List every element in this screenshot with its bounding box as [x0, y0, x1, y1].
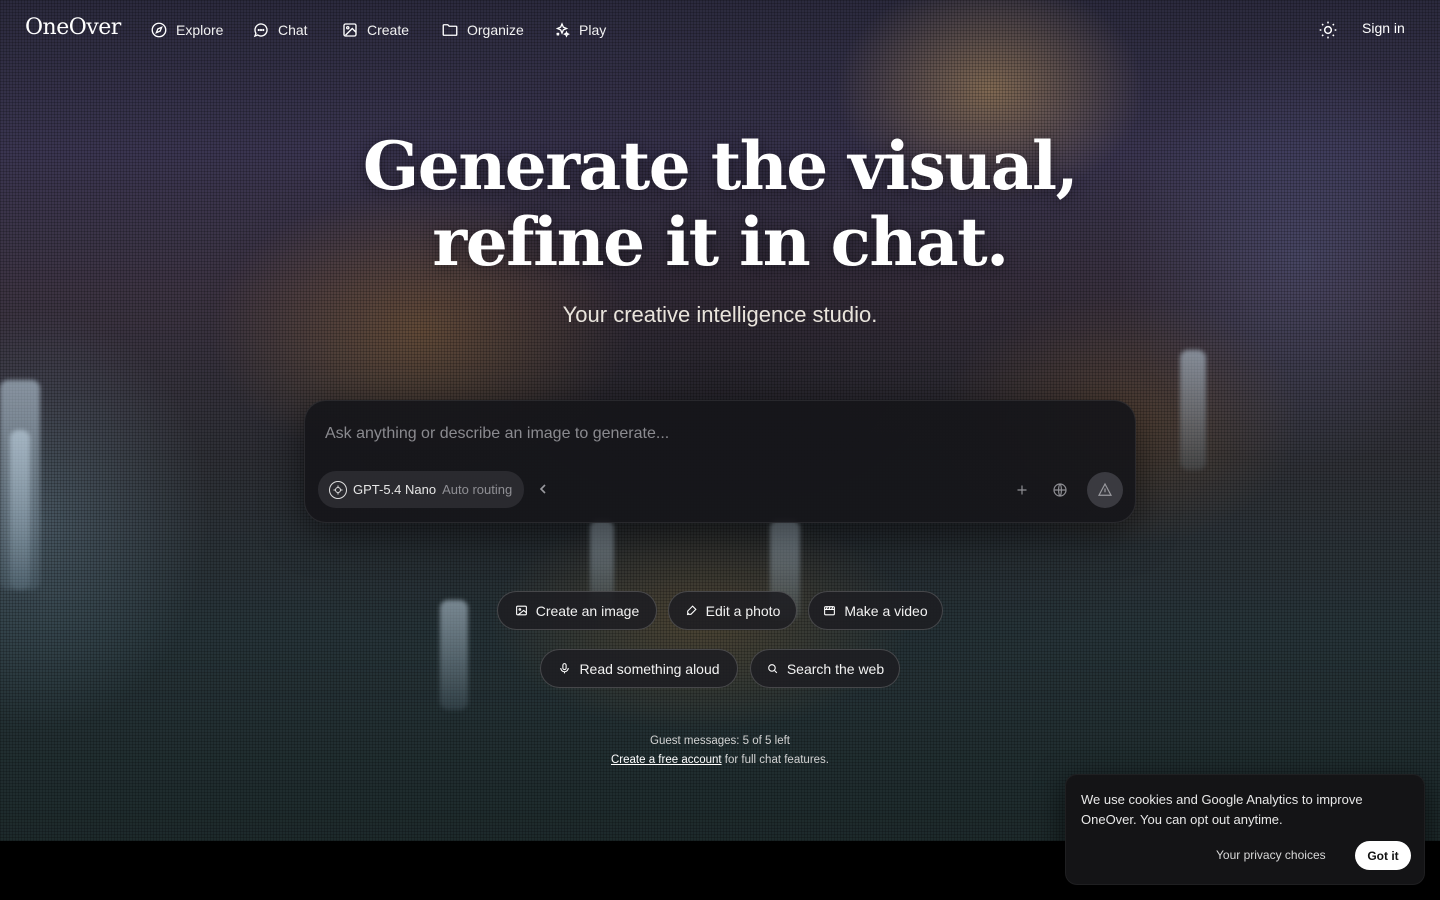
clapperboard-icon — [824, 606, 836, 616]
microphone-icon — [560, 663, 570, 674]
headline-line-1: Generate the visual, — [362, 127, 1079, 205]
nav-explore-label: Explore — [176, 22, 224, 38]
make-video-chip[interactable]: Make a video — [808, 591, 943, 630]
nav-create[interactable]: Create — [341, 19, 409, 41]
edit-photo-label: Edit a photo — [705, 602, 781, 619]
page-title: Generate the visual, refine it in chat. — [0, 128, 1440, 280]
model-selector[interactable]: GPT-5.4 Nano Auto routing — [318, 471, 525, 508]
model-name: GPT-5.4 Nano — [353, 482, 437, 497]
nav-chat[interactable]: Chat — [252, 19, 308, 41]
create-image-chip[interactable]: Create an image — [497, 591, 657, 630]
image-icon — [515, 605, 527, 616]
nav-organize[interactable]: Organize — [441, 19, 524, 41]
brush-icon — [686, 605, 697, 616]
plus-icon[interactable] — [1013, 481, 1031, 499]
read-aloud-label: Read something aloud — [579, 660, 720, 677]
sign-in-link[interactable]: Sign in — [1362, 20, 1405, 36]
chat-bubble-icon — [253, 23, 268, 38]
logo[interactable]: OneOver — [25, 15, 121, 40]
image-icon — [343, 23, 357, 37]
subtitle: Your creative intelligence studio. — [562, 302, 878, 327]
edit-photo-chip[interactable]: Edit a photo — [668, 591, 797, 630]
send-arrow-icon — [1098, 482, 1112, 496]
guest-info: Guest messages: 5 of 5 left Create a fre… — [0, 732, 1440, 770]
read-aloud-chip[interactable]: Read something aloud — [540, 649, 738, 688]
send-button[interactable] — [1087, 472, 1123, 508]
headline-line-2: refine it in chat. — [432, 203, 1009, 281]
prompt-input[interactable] — [325, 425, 1105, 443]
create-image-label: Create an image — [535, 602, 640, 619]
search-icon — [768, 664, 778, 674]
guest-signup-line: Create a free account for full chat feat… — [0, 751, 1440, 770]
nav-play-label: Play — [579, 22, 607, 38]
cookie-banner: We use cookies and Google Analytics to i… — [1065, 774, 1425, 885]
nav-play[interactable]: Play — [553, 19, 606, 41]
nav-explore[interactable]: Explore — [150, 19, 223, 41]
folder-icon — [442, 24, 458, 36]
model-routing: Auto routing — [442, 482, 513, 497]
cookie-message: We use cookies and Google Analytics to i… — [1081, 792, 1363, 827]
sparkles-icon — [555, 22, 570, 38]
nav-chat-label: Chat — [278, 22, 308, 38]
search-web-chip[interactable]: Search the web — [750, 649, 900, 688]
guest-messages-count: Guest messages: 5 of 5 left — [650, 735, 790, 747]
got-it-button[interactable]: Got it — [1355, 841, 1411, 870]
compass-icon — [151, 22, 167, 38]
chevron-left-icon[interactable] — [537, 481, 549, 497]
create-account-link[interactable]: Create a free account — [611, 754, 722, 766]
guest-signup-suffix: for full chat features. — [724, 754, 829, 766]
privacy-choices-link[interactable]: Your privacy choices — [1216, 848, 1326, 862]
nav-organize-label: Organize — [467, 22, 524, 38]
prompt-composer: GPT-5.4 Nano Auto routing — [304, 400, 1136, 523]
globe-icon[interactable] — [1051, 481, 1069, 499]
nav-create-label: Create — [367, 22, 410, 38]
make-video-label: Make a video — [844, 602, 928, 619]
top-nav: OneOver Explore Chat Create Organize Pla… — [0, 0, 1440, 60]
sun-icon[interactable] — [1318, 20, 1338, 40]
openai-logo-icon — [329, 480, 347, 499]
search-web-label: Search the web — [786, 660, 885, 677]
